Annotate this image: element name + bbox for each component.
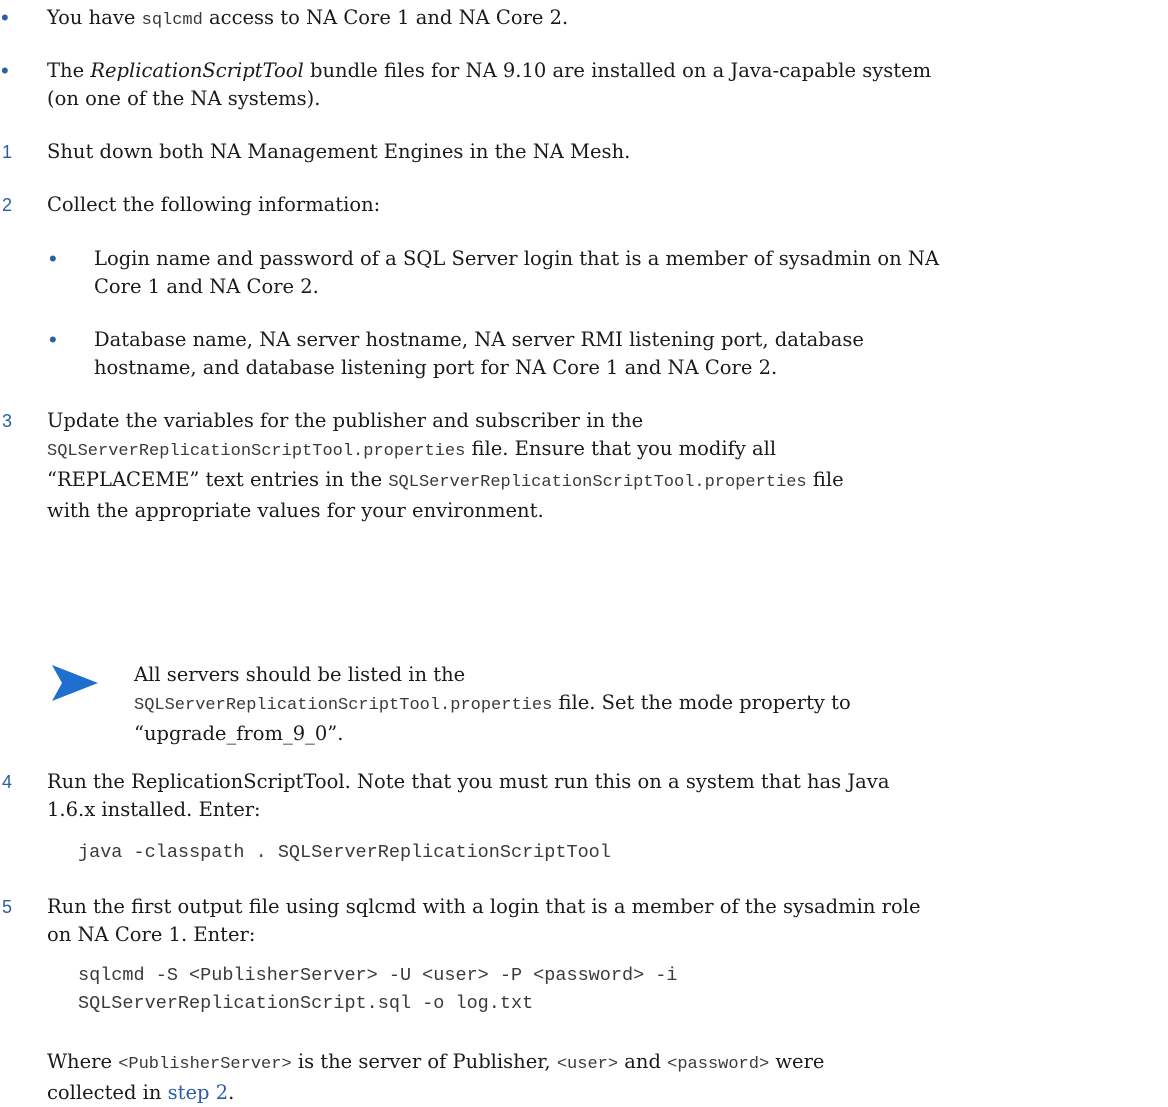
note-arrow-icon	[52, 665, 98, 701]
bullet-dot: •	[49, 246, 57, 271]
step-number: 3	[2, 411, 13, 431]
code-block: java -classpath . SQLServerReplicationSc…	[78, 842, 611, 863]
step-number: 5	[2, 897, 13, 917]
bullet-text: You have sqlcmd access to NA Core 1 and …	[47, 6, 569, 30]
bullet-dot: •	[1, 58, 9, 83]
note-text: All servers should be listed in the SQLS…	[134, 663, 851, 745]
document-page: • You have sqlcmd access to NA Core 1 an…	[0, 0, 1168, 1104]
bullet-text: The ReplicationScriptTool bundle files f…	[47, 59, 932, 110]
inline-code: <PublisherServer>	[118, 1055, 292, 1074]
inline-code: sqlcmd	[141, 11, 203, 30]
step-2-link[interactable]: step 2	[168, 1081, 228, 1104]
bullet-dot: •	[1, 5, 9, 30]
inline-code: SQLServerReplicationScriptTool.propertie…	[388, 473, 807, 492]
step-text: Run the ReplicationScriptTool. Note that…	[47, 770, 890, 821]
prereq-bullet-1: • You have sqlcmd access to NA Core 1 an…	[0, 4, 1140, 35]
step-text: Run the first output file using sqlcmd w…	[47, 895, 921, 946]
step-5: 5 Run the first output file using sqlcmd…	[0, 893, 1140, 949]
where-paragraph: Where <PublisherServer> is the server of…	[47, 1050, 825, 1104]
step-number: 1	[2, 142, 13, 162]
inline-code: SQLServerReplicationScriptTool.propertie…	[47, 442, 466, 461]
inline-code: <user>	[556, 1055, 619, 1074]
step-2: 2 Collect the following information:	[0, 191, 1140, 219]
emphasis-text: ReplicationScriptTool	[90, 59, 304, 82]
step-4: 4 Run the ReplicationScriptTool. Note th…	[0, 768, 1140, 824]
inline-code: <password>	[667, 1055, 770, 1074]
step-text: Collect the following information:	[47, 193, 381, 216]
prereq-bullet-2: • The ReplicationScriptTool bundle files…	[0, 57, 1140, 113]
step-1: 1 Shut down both NA Management Engines i…	[0, 138, 1140, 166]
step-number: 2	[2, 195, 13, 215]
step-3: 3 Update the variables for the publisher…	[0, 407, 1140, 525]
step-2-sub-bullet-2: • Database name, NA server hostname, NA …	[49, 327, 864, 379]
step-2-sub-bullet-1: • Login name and password of a SQL Serve…	[49, 246, 940, 298]
inline-code: SQLServerReplicationScriptTool.propertie…	[134, 696, 553, 715]
bullet-dot: •	[49, 327, 57, 352]
step-text: Shut down both NA Management Engines in …	[47, 140, 631, 163]
step-number: 4	[2, 772, 13, 792]
step-text: Update the variables for the publisher a…	[47, 409, 844, 522]
